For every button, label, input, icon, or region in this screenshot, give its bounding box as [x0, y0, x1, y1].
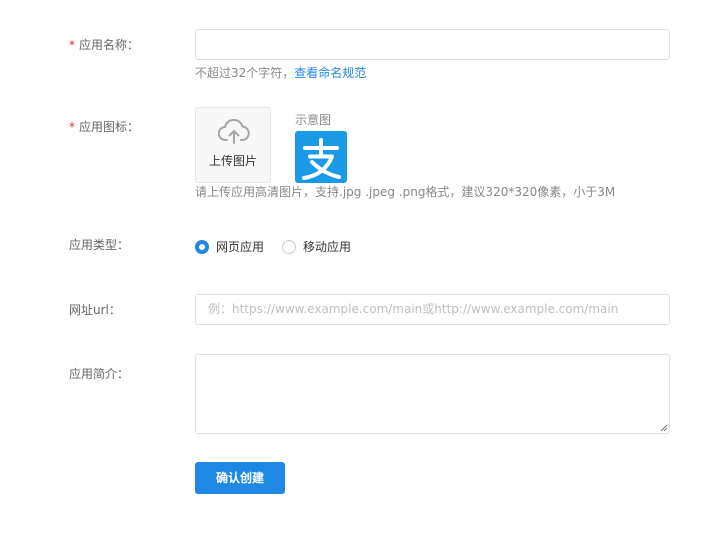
resize-grip-icon[interactable] [659, 423, 668, 432]
sample-label: 示意图 [295, 113, 332, 127]
description-textarea[interactable] [195, 354, 670, 434]
create-app-form: * 应用名称： 不超过32个字符，查看命名规范 * 应用图标： 上传图片 示意图 请… [0, 0, 711, 539]
radio-web-app[interactable]: 网页应用 [195, 238, 264, 256]
radio-checked-icon [195, 240, 209, 254]
radio-mobile-app[interactable]: 移动应用 [282, 238, 351, 256]
naming-rules-link[interactable]: 查看命名规范 [294, 66, 366, 80]
radio-web-app-label: 网页应用 [216, 240, 265, 254]
alipay-logo-icon [295, 131, 347, 183]
radio-mobile-app-label: 移动应用 [303, 240, 352, 254]
description-label: 应用简介： [69, 367, 130, 381]
url-input[interactable]: 例：https://www.example.com/main或http://ww… [195, 294, 670, 325]
required-mark: * [69, 120, 75, 134]
app-type-label: 应用类型： [69, 238, 130, 252]
url-label: 网址url： [69, 303, 121, 317]
app-name-label: * 应用名称： [69, 37, 139, 53]
upload-image-label: 上传图片 [208, 154, 257, 168]
app-icon-help: 请上传应用高清图片，支持.jpg .jpeg .png格式，建议320*320像… [195, 185, 616, 199]
radio-unchecked-icon [282, 240, 297, 254]
app-icon-label-text: 应用图标： [79, 120, 140, 134]
app-name-help: 不超过32个字符，查看命名规范 [195, 65, 366, 81]
required-mark: * [69, 38, 75, 52]
app-name-label-text: 应用名称： [79, 38, 140, 52]
app-name-help-text: 不超过32个字符， [195, 66, 295, 80]
upload-image-button[interactable]: 上传图片 [195, 107, 271, 183]
app-icon-label: * 应用图标： [69, 119, 139, 135]
app-type-radio-group: 网页应用 移动应用 [195, 238, 369, 256]
app-name-input[interactable] [195, 29, 670, 60]
confirm-create-button[interactable]: 确认创建 [195, 462, 285, 494]
cloud-upload-icon [218, 119, 250, 144]
